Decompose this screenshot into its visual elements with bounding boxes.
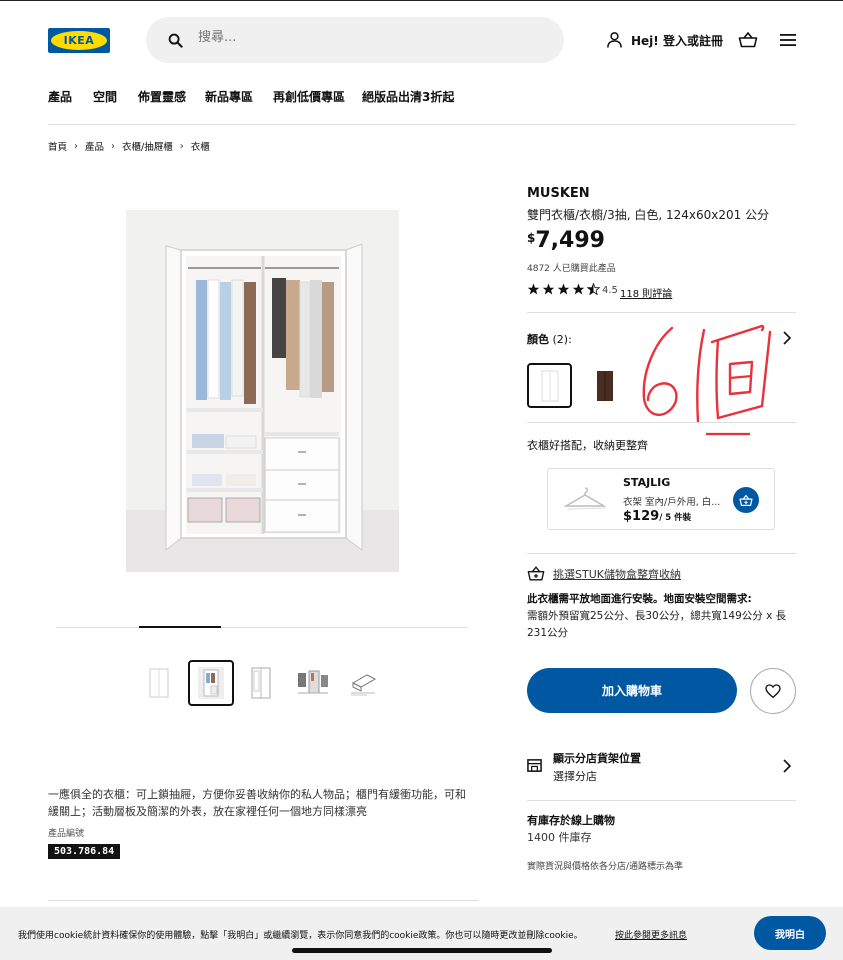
color-swatch-white[interactable] — [527, 363, 572, 408]
wardrobe-open-thumb-icon — [198, 667, 224, 699]
bought-count: 4872 人已購買此產品 — [527, 264, 616, 274]
breadcrumb-products[interactable]: 產品 — [85, 139, 104, 153]
color-selector-label[interactable]: 顏色 (2): — [527, 331, 572, 347]
product-name: MUSKEN — [527, 186, 590, 201]
gallery-thumbnail[interactable] — [290, 660, 336, 706]
stock-disclaimer: 實際貨況與價格依各分店/通路標示為準 — [527, 862, 684, 872]
nav-item-lower-price[interactable]: 再創低價專區 — [273, 88, 345, 105]
accessory-name[interactable]: STAJLIG — [623, 476, 670, 489]
chevron-right-icon[interactable] — [782, 759, 792, 773]
rating-stars[interactable] — [527, 283, 600, 295]
favourite-button[interactable] — [750, 668, 796, 714]
cart-add-icon — [739, 494, 753, 506]
online-stock-count: 1400 件庫存 — [527, 831, 592, 844]
star-icon — [527, 283, 540, 295]
gallery-thumbnail[interactable] — [340, 660, 386, 706]
price-amount: 7,499 — [535, 228, 605, 253]
choose-store-text[interactable]: 選擇分店 — [553, 768, 597, 784]
cart-icon[interactable] — [738, 31, 758, 48]
breadcrumb: 首頁 › 產品 › 衣櫃/抽屜櫃 › 衣櫃 — [48, 139, 210, 154]
reviews-link[interactable]: 118 則評論 — [620, 285, 672, 300]
gallery-progress-track — [56, 627, 468, 628]
product-description: 雙門衣櫃/衣櫥/3抽, 白色, 124x60x201 公分 — [527, 208, 770, 222]
color-label-text: 顏色 — [527, 333, 549, 346]
wardrobe-line-thumb-icon — [251, 667, 271, 699]
star-half-icon — [587, 283, 600, 295]
accessory-price-amount: $129 — [623, 509, 660, 524]
breadcrumb-home[interactable]: 首頁 — [48, 139, 67, 153]
nav-item-rooms[interactable]: 空間 — [93, 88, 117, 105]
section-divider — [527, 553, 796, 554]
star-icon — [572, 283, 585, 295]
section-divider — [527, 312, 796, 313]
accessory-price: $129/ 5 件裝 — [623, 509, 691, 524]
nav-item-inspiration[interactable]: 佈置靈感 — [138, 88, 186, 105]
gallery-thumbnail[interactable] — [238, 660, 284, 706]
product-price: $7,499 — [527, 228, 605, 253]
handwritten-annotation — [642, 324, 772, 436]
section-divider — [527, 800, 796, 801]
nav-item-products[interactable]: 產品 — [48, 88, 72, 105]
accessory-description: 衣架 室內/戶外用, 白... — [623, 497, 721, 508]
search-bar[interactable] — [146, 17, 564, 63]
breadcrumb-separator-icon: › — [111, 140, 116, 152]
top-border — [0, 0, 843, 1]
install-requirement-text: 需額外預留寬25公分、長30公分，總共寬149公分 x 長231公分 — [527, 610, 787, 639]
home-indicator[interactable] — [292, 948, 552, 953]
search-input[interactable] — [198, 30, 538, 45]
price-currency: $ — [527, 231, 536, 245]
gallery-thumbnail[interactable] — [136, 660, 182, 706]
wardrobe-detail-thumb-icon — [298, 670, 328, 694]
white-wardrobe-icon — [541, 370, 558, 401]
user-icon[interactable] — [606, 31, 623, 49]
gallery-progress-indicator — [139, 626, 221, 628]
cookie-text: 我們使用cookie統計資料確保你的使用體驗，點擊「我明白」或繼續瀏覽，表示你同… — [18, 931, 583, 941]
add-accessory-button[interactable] — [733, 487, 759, 513]
storage-box-icon — [527, 566, 545, 581]
add-to-cart-button[interactable]: 加入購物車 — [527, 668, 737, 713]
nav-item-clearance[interactable]: 絕版品出清3折起 — [362, 88, 454, 105]
stuk-link[interactable]: 挑選STUK儲物盒整齊收納 — [553, 566, 681, 582]
install-requirement-title: 此衣櫃需平放地面進行安裝。地面安裝空間需求: — [527, 593, 752, 605]
product-main-image[interactable] — [126, 210, 399, 572]
login-link[interactable]: Hej! 登入或註冊 — [631, 32, 723, 49]
store-shelf-icon — [527, 759, 542, 772]
star-icon — [557, 283, 570, 295]
product-long-description: 一應俱全的衣櫃：可上鎖抽屜，方便你妥善收納你的私人物品；櫃門有緩衝功能，可和緩關… — [48, 788, 466, 818]
gallery-thumbnail-selected[interactable] — [188, 660, 234, 706]
color-count: (2): — [552, 333, 572, 346]
drawer-diagram-thumb-icon — [351, 674, 377, 696]
heart-icon — [765, 684, 781, 698]
color-swatch-brown[interactable] — [582, 363, 627, 408]
store-location-title[interactable]: 顯示分店貨架位置 — [553, 750, 641, 766]
ikea-logo[interactable]: IKEA — [48, 28, 110, 53]
nav-item-new[interactable]: 新品專區 — [205, 88, 253, 105]
logo-text: IKEA — [63, 34, 95, 47]
menu-icon[interactable] — [780, 33, 796, 47]
wardrobe-closed-thumb-icon — [149, 668, 169, 698]
online-stock-title: 有庫存於線上購物 — [527, 814, 615, 827]
wardrobe-illustration — [126, 210, 399, 572]
article-number: 503.786.84 — [48, 844, 121, 859]
star-icon — [542, 283, 555, 295]
rating-value: 4.5 — [602, 285, 618, 296]
content-divider — [48, 900, 478, 901]
cookie-accept-button[interactable]: 我明白 — [754, 916, 826, 950]
cookie-more-link[interactable]: 按此參閱更多訊息 — [615, 928, 687, 941]
breadcrumb-current[interactable]: 衣櫃 — [191, 139, 210, 153]
accessory-price-unit: / 5 件裝 — [659, 513, 692, 523]
breadcrumb-separator-icon: › — [74, 140, 79, 152]
hanger-icon — [563, 487, 607, 510]
search-icon[interactable] — [168, 33, 183, 48]
section-divider — [527, 422, 796, 423]
nav-divider — [48, 124, 796, 125]
breadcrumb-separator-icon: › — [179, 140, 184, 152]
article-number-label: 產品編號 — [48, 829, 85, 839]
breadcrumb-wardrobes[interactable]: 衣櫃/抽屜櫃 — [122, 139, 173, 153]
brown-wardrobe-icon — [596, 370, 613, 401]
accessory-section-title: 衣櫃好搭配，收納更整齊 — [527, 439, 648, 452]
